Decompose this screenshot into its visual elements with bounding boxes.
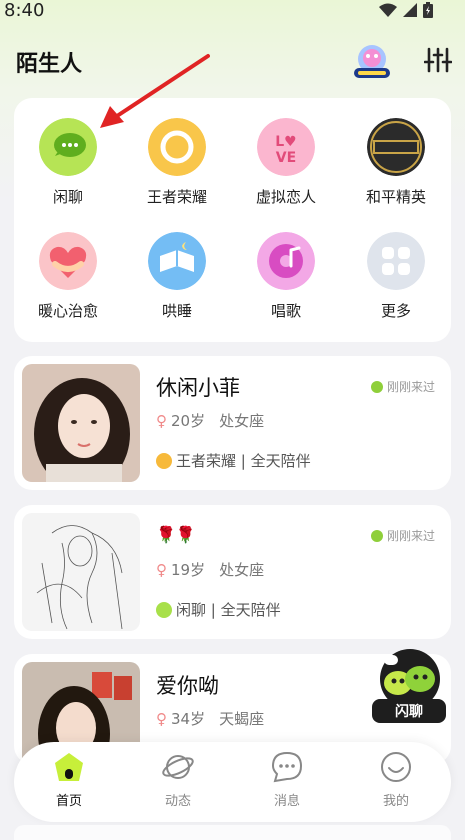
- status-icons: [379, 2, 433, 18]
- category-label: 更多: [380, 302, 411, 320]
- user-card[interactable]: 休闲小菲 刚刚来过 ♀ 20岁 处女座 王者荣耀 | 全天陪伴: [14, 356, 451, 490]
- category-sleep[interactable]: 哄睡: [127, 232, 227, 321]
- honor-of-kings-icon: [156, 452, 172, 469]
- online-dot-icon: [370, 380, 383, 393]
- tab-label: 消息: [273, 794, 300, 809]
- tab-label: 动态: [164, 794, 191, 809]
- user-age: 20岁: [171, 412, 206, 430]
- category-peace-elite[interactable]: 和平精英: [346, 118, 446, 207]
- love-icon: L♥ VE: [257, 118, 315, 176]
- wifi-icon: [379, 3, 397, 17]
- online-status: 刚刚来过: [370, 378, 435, 395]
- user-age: 19岁: [171, 561, 206, 579]
- user-tags-text: 闲聊 | 全天陪伴: [176, 601, 281, 619]
- user-age: 34岁: [171, 710, 206, 728]
- user-name: 🌹🌹: [156, 525, 196, 544]
- user-meta: ♀ 20岁 处女座: [156, 410, 264, 431]
- user-zodiac: 处女座: [219, 412, 265, 430]
- chat-bubble-icon: [156, 601, 172, 618]
- tab-moments[interactable]: 动态: [138, 750, 218, 809]
- user-tags: 闲聊 | 全天陪伴: [156, 599, 281, 620]
- next-card-peek: [14, 825, 451, 840]
- user-meta: ♀ 34岁 天蝎座: [156, 708, 264, 729]
- category-label: 哄睡: [161, 302, 192, 320]
- quick-chat-label: 闪聊: [395, 703, 423, 720]
- message-icon: [271, 751, 303, 783]
- online-dot-icon: [370, 529, 383, 542]
- home-icon: [55, 753, 83, 781]
- category-chat[interactable]: 闲聊: [18, 118, 118, 207]
- hug-heart-icon: [39, 232, 97, 290]
- honor-of-kings-icon: [148, 118, 206, 176]
- tab-label: 我的: [382, 794, 409, 809]
- event-badge-icon[interactable]: [352, 42, 392, 80]
- category-label: 闲聊: [52, 188, 83, 206]
- category-label: 王者荣耀: [146, 188, 207, 206]
- category-virtual-lover[interactable]: L♥ VE 虚拟恋人: [236, 118, 336, 207]
- category-healing[interactable]: 暖心治愈: [18, 232, 118, 321]
- category-label: 虚拟恋人: [255, 188, 316, 206]
- category-grid: 闲聊 王者荣耀 L♥ VE 虚拟恋人 和平精英 暖心治愈 哄睡 唱歌 更多: [14, 98, 451, 342]
- category-label: 和平精英: [365, 188, 426, 206]
- category-label: 唱歌: [270, 302, 301, 320]
- avatar: [22, 364, 140, 482]
- grid-more-icon: [367, 232, 425, 290]
- bottom-tab-bar: 首页 动态 消息 我的: [14, 742, 451, 822]
- tab-home[interactable]: 首页: [29, 750, 109, 809]
- category-honor-of-kings[interactable]: 王者荣耀: [127, 118, 227, 207]
- planet-icon: [162, 755, 194, 779]
- tab-messages[interactable]: 消息: [247, 750, 327, 809]
- category-more[interactable]: 更多: [346, 232, 446, 321]
- user-zodiac: 天蝎座: [219, 710, 265, 728]
- smile-face-icon: [381, 752, 411, 782]
- battery-icon: [423, 2, 433, 18]
- quick-chat-button[interactable]: 闪聊: [370, 645, 448, 725]
- user-meta: ♀ 19岁 处女座: [156, 559, 264, 580]
- online-status-text: 刚刚来过: [386, 380, 435, 394]
- signal-icon: [403, 3, 417, 17]
- peace-elite-icon: [367, 118, 425, 176]
- user-name: 休闲小菲: [156, 376, 240, 400]
- svg-text:VE: VE: [276, 150, 296, 166]
- svg-text:L♥: L♥: [275, 134, 296, 150]
- status-bar: 8:40: [0, 0, 465, 22]
- user-name: 爱你呦: [156, 674, 219, 698]
- user-tags-text: 王者荣耀 | 全天陪伴: [176, 452, 311, 470]
- user-zodiac: 处女座: [219, 561, 265, 579]
- female-icon: ♀: [156, 411, 167, 430]
- book-moon-icon: [148, 232, 206, 290]
- user-tags: 王者荣耀 | 全天陪伴: [156, 450, 311, 471]
- page-title: 陌生人: [16, 52, 83, 77]
- online-status: 刚刚来过: [370, 527, 435, 544]
- user-card[interactable]: 🌹🌹 刚刚来过 ♀ 19岁 处女座 闲聊 | 全天陪伴: [14, 505, 451, 639]
- status-time: 8:40: [4, 0, 45, 21]
- chat-bubble-icon: [39, 118, 97, 176]
- category-sing[interactable]: 唱歌: [236, 232, 336, 321]
- music-disc-icon: [257, 232, 315, 290]
- avatar: [22, 513, 140, 631]
- category-label: 暖心治愈: [37, 302, 98, 320]
- filter-sliders-icon[interactable]: [424, 46, 452, 74]
- tab-label: 首页: [55, 794, 82, 809]
- female-icon: ♀: [156, 709, 167, 728]
- female-icon: ♀: [156, 560, 167, 579]
- online-status-text: 刚刚来过: [386, 529, 435, 543]
- tab-profile[interactable]: 我的: [356, 750, 436, 809]
